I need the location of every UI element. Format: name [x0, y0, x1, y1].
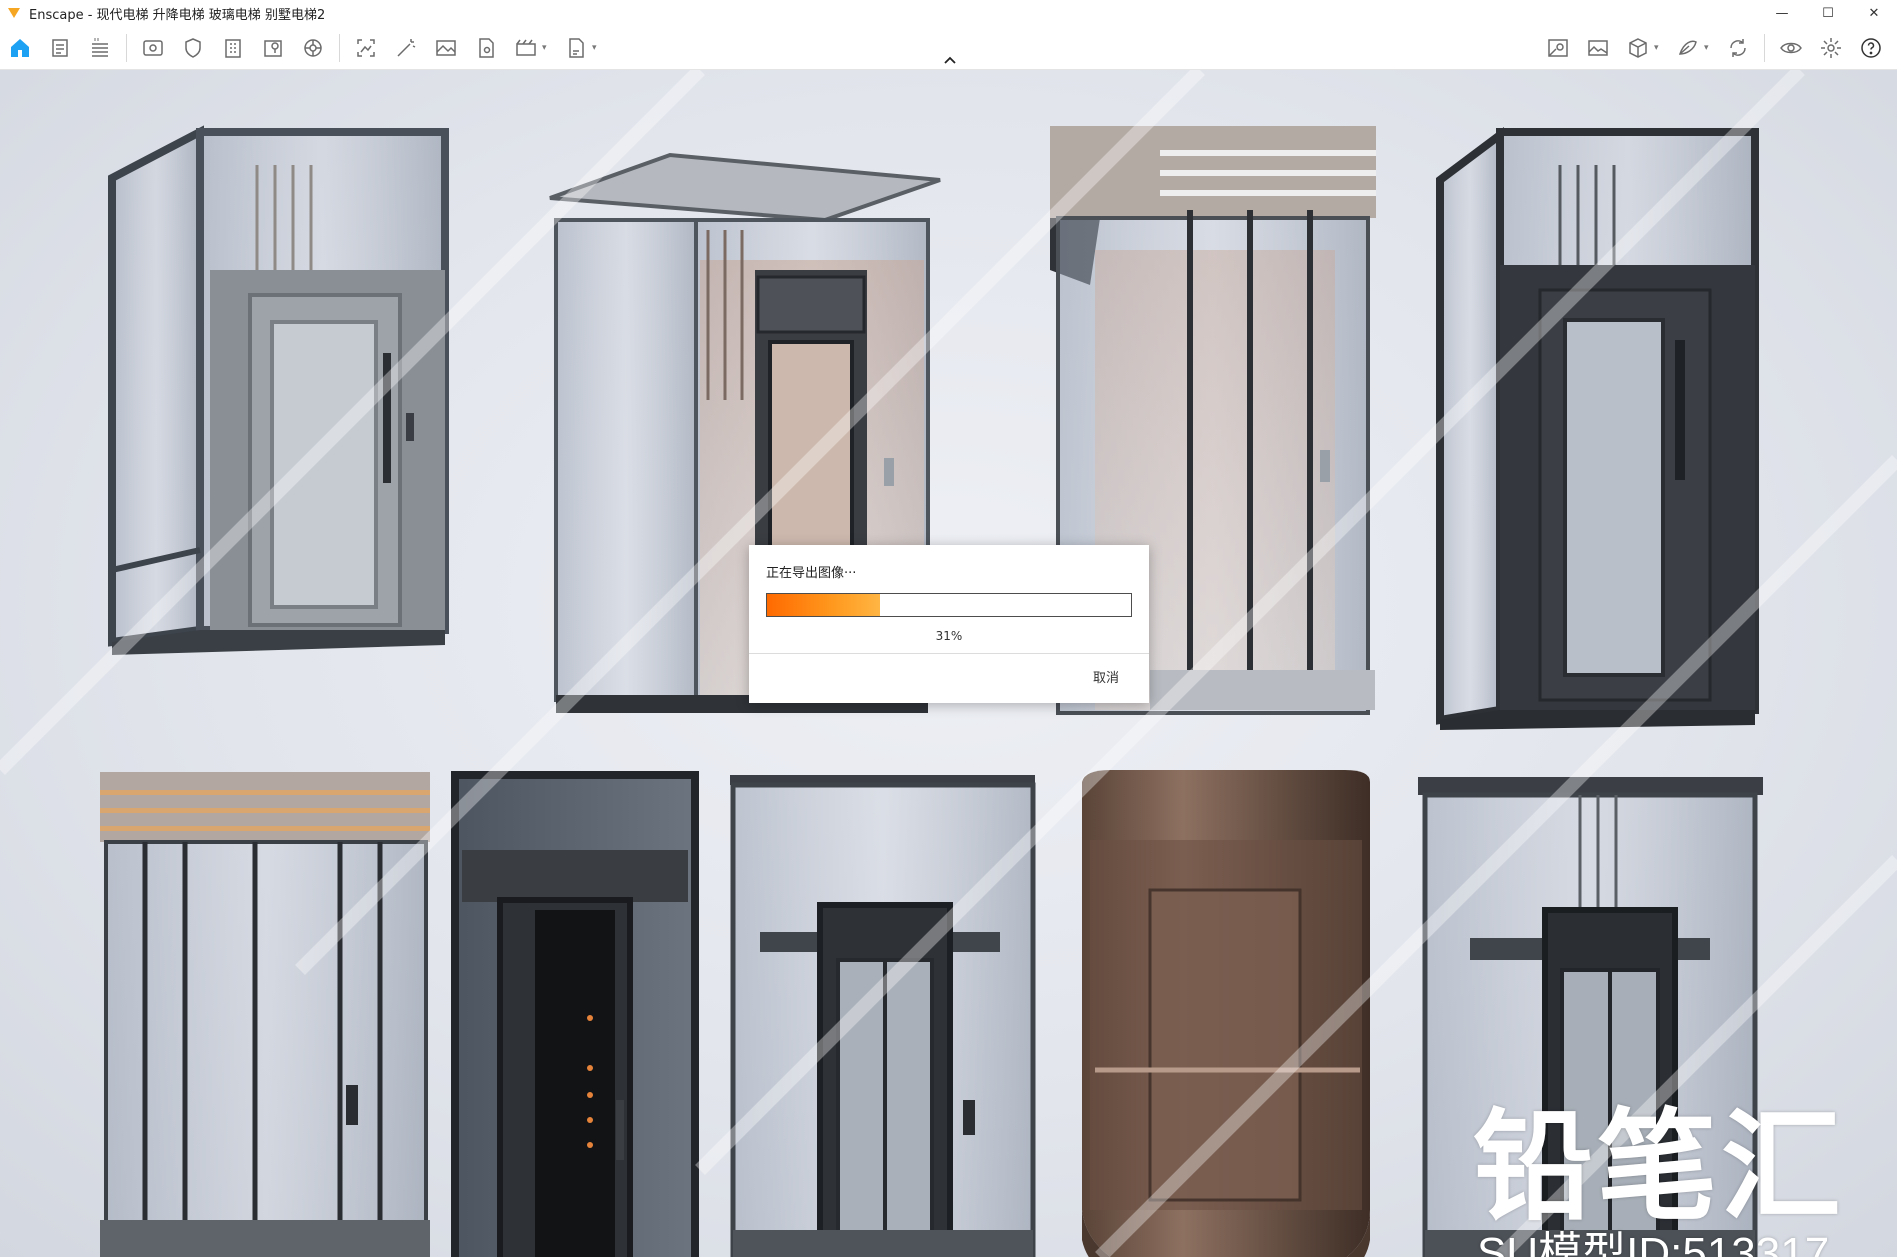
file-pin-button[interactable] [468, 30, 504, 66]
progress-fill [767, 594, 880, 616]
maximize-button[interactable]: ☐ [1805, 0, 1851, 26]
chevron-down-icon[interactable]: ▾ [1704, 43, 1714, 53]
toolbar-separator [1764, 33, 1765, 62]
elevator-model-8 [1082, 770, 1370, 1257]
image-capture-button[interactable] [348, 30, 384, 66]
dialog-title: 正在导出图像··· [766, 566, 857, 581]
cube-icon [1629, 37, 1647, 58]
site-context-icon [1548, 38, 1568, 57]
panorama-icon [1588, 39, 1608, 56]
bim-list-button[interactable] [82, 30, 118, 66]
document-icon [52, 38, 68, 57]
export-progress-dialog: 正在导出图像··· 31% 取消 [749, 545, 1149, 703]
magic-wand-button[interactable] [388, 30, 424, 66]
image-capture-icon [357, 38, 375, 57]
dialog-divider [749, 653, 1149, 654]
building-button[interactable] [215, 30, 251, 66]
site-context-button[interactable] [1540, 30, 1576, 66]
landscape-button[interactable] [428, 30, 464, 66]
file-pin-icon [479, 37, 494, 58]
materials-button[interactable] [1670, 30, 1706, 66]
collapse-toolbar-button[interactable] [938, 52, 962, 68]
eye-view-button[interactable] [135, 30, 171, 66]
toolbar-left-group: ▾ ▾ [0, 26, 606, 70]
help-icon [1861, 37, 1881, 58]
toolbar-separator [126, 33, 127, 62]
visibility-icon [1780, 42, 1802, 53]
eye-view-icon [143, 39, 163, 56]
watermark-brand: 铅笔汇 SU模型ID:513317 [1473, 1106, 1845, 1257]
export-button[interactable] [558, 30, 594, 66]
window-controls: — ☐ ✕ [1759, 0, 1897, 26]
panorama-button[interactable] [1580, 30, 1616, 66]
minimize-button[interactable]: — [1759, 0, 1805, 26]
elevator-model-1 [108, 125, 449, 655]
shield-icon [185, 37, 201, 58]
document-button[interactable] [42, 30, 78, 66]
settings-button[interactable] [1813, 30, 1849, 66]
brand-name: 铅笔汇 [1473, 1098, 1845, 1237]
chevron-down-icon[interactable]: ▾ [542, 43, 552, 53]
building-icon [225, 38, 241, 58]
sync-icon [1730, 38, 1746, 57]
elevator-model-5 [100, 772, 430, 1257]
shield-button[interactable] [175, 30, 211, 66]
toolbar-right-group: ▾ ▾ [1538, 26, 1891, 70]
map-pin-icon [264, 39, 282, 57]
video-editor-icon [516, 39, 536, 56]
settings-icon [1821, 37, 1841, 58]
bim-list-icon [92, 37, 108, 57]
close-button[interactable]: ✕ [1851, 0, 1897, 26]
title-bar: Enscape - 现代电梯 升降电梯 玻璃电梯 别墅电梯2 — ☐ ✕ [0, 0, 1897, 26]
cancel-button[interactable]: 取消 [1093, 667, 1119, 686]
cube-button[interactable] [1620, 30, 1656, 66]
elevator-model-7 [730, 775, 1036, 1257]
chevron-down-icon[interactable]: ▾ [592, 43, 602, 53]
asset-library-button[interactable] [295, 30, 331, 66]
chevron-up-icon [944, 56, 956, 64]
help-button[interactable] [1853, 30, 1889, 66]
home-button[interactable] [2, 30, 38, 66]
window-title: Enscape - 现代电梯 升降电梯 玻璃电梯 别墅电梯2 [29, 7, 326, 23]
visibility-button[interactable] [1773, 30, 1809, 66]
magic-wand-icon [397, 38, 416, 57]
export-icon [569, 37, 584, 58]
materials-icon [1678, 40, 1697, 55]
enscape-logo-icon [7, 6, 21, 20]
sync-button[interactable] [1720, 30, 1756, 66]
asset-library-icon [304, 38, 322, 57]
progress-bar [766, 593, 1132, 617]
video-editor-button[interactable] [508, 30, 544, 66]
map-pin-button[interactable] [255, 30, 291, 66]
chevron-down-icon[interactable]: ▾ [1654, 43, 1664, 53]
model-id: SU模型ID:513317 [1477, 1229, 1830, 1257]
elevator-model-6 [451, 771, 699, 1257]
home-icon [11, 38, 29, 57]
progress-percent: 31% [935, 629, 963, 643]
landscape-icon [436, 39, 456, 56]
toolbar-separator [339, 33, 340, 62]
